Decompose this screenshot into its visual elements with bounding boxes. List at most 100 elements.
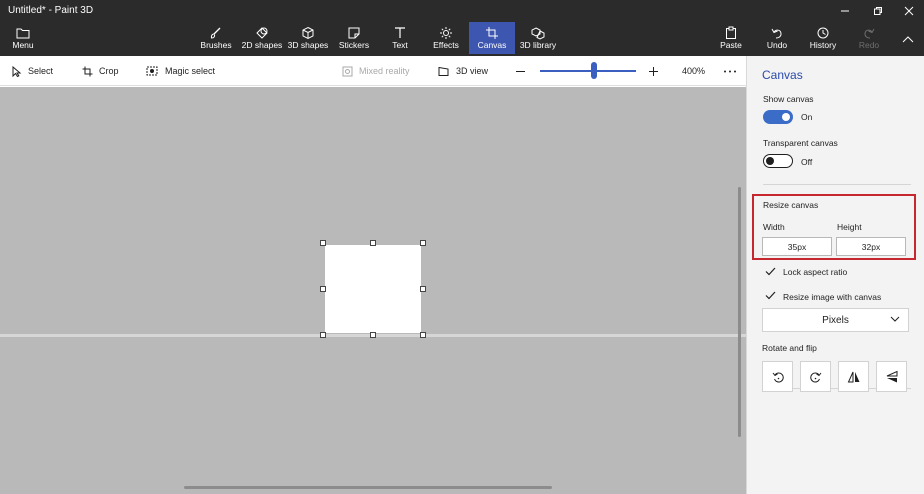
3d-shapes-icon [301,22,315,40]
redo-button[interactable]: Redo [856,22,882,54]
zoom-in-button[interactable] [648,63,659,79]
lock-aspect-label: Lock aspect ratio [783,267,848,277]
text-icon [393,22,407,40]
rotate-left-button[interactable] [762,361,793,392]
canvas-icon [485,22,499,40]
resize-handle[interactable] [320,286,326,292]
width-field[interactable]: 35px [762,237,832,256]
canvas-workspace[interactable] [0,87,746,494]
resize-handle[interactable] [420,332,426,338]
mixed-reality-label: Mixed reality [359,66,410,76]
mixed-reality-icon [342,66,353,76]
select-label: Select [28,66,54,76]
vertical-scrollbar[interactable] [738,187,741,437]
window-title: Untitled* - Paint 3D [8,5,94,16]
tab-label: Brushes [200,40,232,50]
more-icon [724,70,736,72]
plus-icon [649,66,658,76]
tab-label: Effects [433,40,459,50]
minus-icon [516,70,525,72]
tab-stickers[interactable]: Stickers [337,22,371,54]
resize-handle[interactable] [370,240,376,246]
title-ribbon-bar: Untitled* - Paint 3D Menu Brushes 2D sha… [0,0,924,56]
tab-3d-shapes[interactable]: 3D shapes [287,22,329,54]
close-icon [904,6,914,16]
restore-icon [874,7,882,15]
paste-button[interactable]: Paste [718,22,744,54]
minimize-button[interactable] [830,2,860,20]
zoom-slider-track[interactable] [540,70,636,72]
checkmark-icon [765,267,775,275]
height-field[interactable]: 32px [836,237,906,256]
flip-vertical-button[interactable] [876,361,907,392]
undo-button[interactable]: Undo [764,22,790,54]
crop-icon [82,66,93,76]
3d-view-icon [438,66,449,76]
zoom-slider-thumb[interactable] [590,62,597,79]
rotate-flip-label: Rotate and flip [762,343,817,353]
transparent-canvas-toggle[interactable] [763,154,793,168]
close-button[interactable] [894,2,924,20]
select-tool[interactable]: Select [11,63,53,79]
minimize-icon [841,10,849,12]
resize-handle[interactable] [420,240,426,246]
horizontal-scrollbar[interactable] [184,486,552,489]
tab-canvas[interactable]: Canvas [469,22,515,54]
panel-divider [763,184,911,185]
show-canvas-label: Show canvas [763,94,814,104]
chevron-up-icon [902,28,914,46]
redo-label: Redo [858,40,880,50]
history-icon [816,22,830,40]
restore-button[interactable] [863,2,893,20]
crop-label: Crop [99,66,119,76]
show-canvas-state: On [801,112,813,122]
magic-select-tool[interactable]: Magic select [146,63,215,79]
resize-handle[interactable] [370,332,376,338]
panel-title: Canvas [762,68,803,82]
zoom-level: 400% [682,63,705,79]
resize-handle[interactable] [320,240,326,246]
menu-button[interactable]: Menu [6,22,40,54]
effects-icon [439,22,453,40]
cursor-icon [12,65,22,77]
transparent-canvas-state: Off [801,157,813,167]
redo-icon [862,22,876,40]
stickers-icon [347,22,361,40]
resize-handle[interactable] [420,286,426,292]
tab-label: Stickers [338,40,370,50]
rotate-left-icon [772,372,784,382]
units-value: Pixels [822,314,849,326]
tab-brushes[interactable]: Brushes [199,22,233,54]
zoom-out-button[interactable] [515,63,526,79]
mixed-reality-button[interactable]: Mixed reality [342,63,410,79]
show-canvas-toggle[interactable] [763,110,793,124]
transparent-canvas-label: Transparent canvas [763,138,838,148]
history-label: History [809,40,837,50]
tab-label: Canvas [477,40,507,50]
resize-image-checkbox[interactable] [764,289,776,301]
history-button[interactable]: History [808,22,838,54]
tab-3d-library[interactable]: 3D library [518,22,558,54]
flip-horizontal-icon [847,371,859,382]
tab-label: Text [392,40,408,50]
tab-effects[interactable]: Effects [430,22,462,54]
tab-text[interactable]: Text [385,22,415,54]
zoom-level-label: 400% [682,66,706,76]
tab-2d-shapes[interactable]: 2D shapes [240,22,284,54]
undo-icon [770,22,784,40]
3d-view-button[interactable]: 3D view [438,63,488,79]
chevron-down-icon [890,316,900,322]
units-dropdown[interactable]: Pixels [762,308,909,332]
3d-library-icon [531,22,545,40]
more-options-button[interactable] [723,63,737,79]
canvas-paper[interactable] [325,245,421,333]
crop-tool[interactable]: Crop [82,63,119,79]
resize-handle[interactable] [320,332,326,338]
rotate-right-button[interactable] [800,361,831,392]
resize-image-label: Resize image with canvas [783,292,882,302]
lock-aspect-checkbox[interactable] [764,265,776,277]
flip-horizontal-button[interactable] [838,361,869,392]
flip-vertical-icon [886,370,897,382]
rotate-right-icon [809,372,821,382]
tab-label: 3D library [519,40,557,50]
